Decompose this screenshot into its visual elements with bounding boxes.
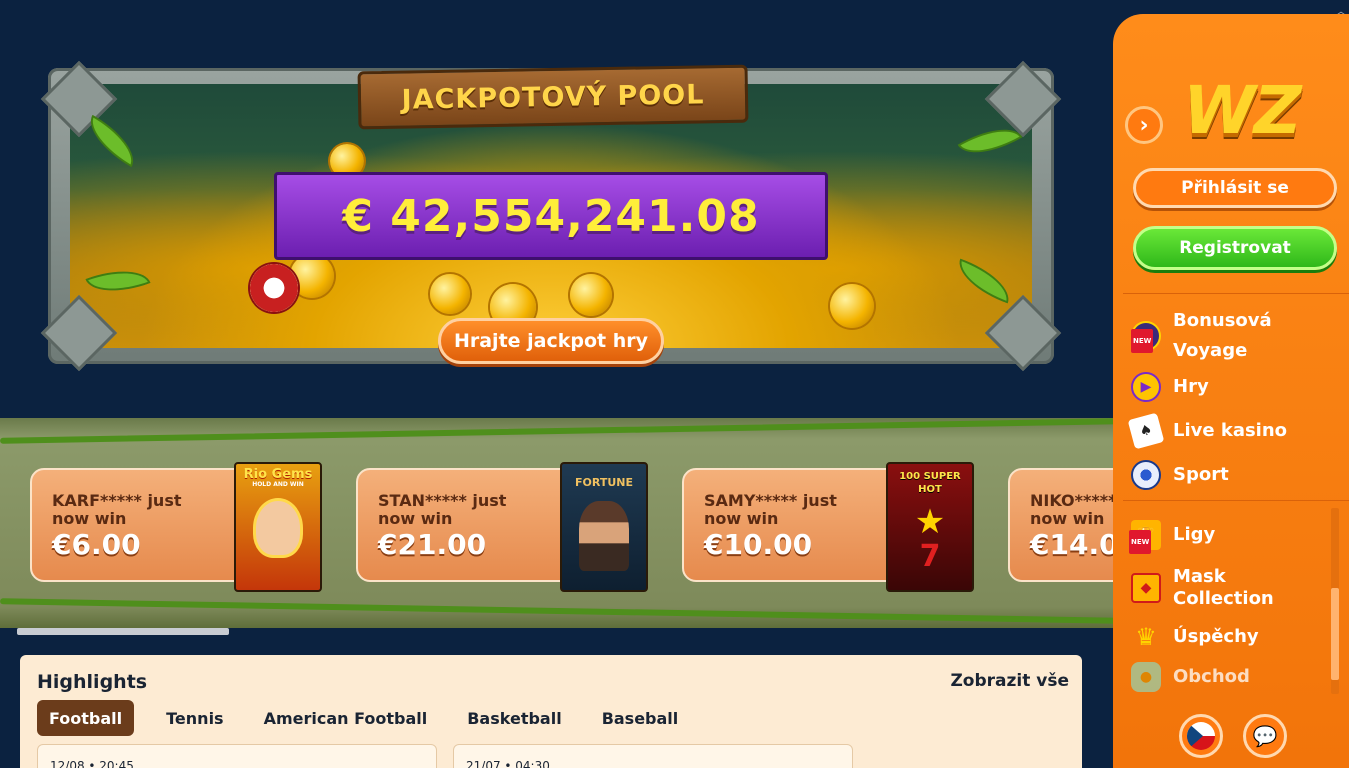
view-all-link[interactable]: Zobrazit vše — [950, 671, 1069, 691]
jackpot-amount: € 42,554,241.08 — [342, 190, 760, 242]
language-button[interactable] — [1179, 714, 1223, 758]
sidebar-item-shop[interactable]: ● Obchod — [1131, 662, 1250, 692]
character-face-icon — [253, 498, 303, 558]
sidebar-item-label: Mask Collection — [1173, 566, 1274, 609]
sidebar: › WZ Přihlásit se Registrovat ✦ NEW Bonu… — [1113, 14, 1349, 768]
sidebar-item-label: Hry — [1173, 376, 1209, 397]
sidebar-item-sport[interactable]: Sport — [1131, 460, 1229, 490]
winner-text: NIKO***** just now win — [1030, 491, 1120, 528]
trophy-icon: 🏆 NEW — [1129, 520, 1161, 554]
sidebar-item-mask-collection[interactable]: ◆ Mask Collection — [1131, 566, 1293, 610]
game-thumbnail[interactable]: FORTUNE — [560, 462, 648, 592]
tab-basketball[interactable]: Basketball — [447, 700, 581, 736]
sidebar-item-games[interactable]: ▶ Hry — [1131, 372, 1209, 402]
sidebar-item-live-casino[interactable]: ♠ Live kasino — [1127, 412, 1288, 450]
new-badge: NEW — [1129, 530, 1152, 554]
game-title: FORTUNE — [575, 476, 633, 489]
match-card[interactable]: 12/08 • 20:45 — [37, 744, 437, 768]
winner-card[interactable]: KARF***** just now win €6.00 Rio Gems HO… — [30, 462, 322, 592]
new-badge: NEW — [1131, 329, 1154, 353]
register-button[interactable]: Registrovat — [1133, 226, 1337, 270]
winner-card[interactable]: STAN***** just now win €21.00 FORTUNE — [356, 462, 648, 592]
sidebar-item-label: Bonusová Voyage — [1173, 310, 1272, 361]
sidebar-item-label: Obchod — [1173, 666, 1250, 687]
sidebar-item-label: Live kasino — [1173, 420, 1288, 441]
cards-icon: ♠ — [1127, 412, 1165, 450]
coin-icon — [430, 274, 470, 314]
brand-logo[interactable]: WZ — [1183, 72, 1302, 149]
recent-winners-strip: KARF***** just now win €6.00 Rio Gems HO… — [0, 418, 1120, 628]
winner-card[interactable]: NIKO***** just now win €14.00 — [1008, 468, 1120, 582]
tab-tennis[interactable]: Tennis — [146, 700, 243, 736]
winner-text: STAN***** just now win — [378, 491, 507, 528]
divider — [1123, 500, 1349, 501]
compass-icon: ✦ NEW — [1131, 321, 1161, 353]
soccer-ball-icon — [1131, 460, 1161, 490]
sidebar-item-bonus-voyage[interactable]: ✦ NEW Bonusová Voyage — [1131, 306, 1293, 366]
winner-amount: €14.00 — [1030, 528, 1120, 561]
game-thumbnail[interactable]: Rio Gems HOLD AND WIN — [234, 462, 322, 592]
chat-button[interactable]: 💬 — [1243, 714, 1287, 758]
chevron-right-icon: › — [1139, 112, 1149, 138]
coin-icon — [830, 284, 874, 328]
divider — [1123, 293, 1349, 294]
game-subtitle: HOLD AND WIN — [252, 481, 304, 488]
winner-card[interactable]: SAMY***** just now win €10.00 100 SUPER … — [682, 462, 974, 592]
seven-icon: 7 — [919, 539, 941, 574]
winner-text: SAMY***** just now win — [704, 491, 837, 528]
chat-icon: 💬 — [1252, 724, 1278, 748]
winner-amount: €10.00 — [704, 528, 813, 561]
sidebar-item-leagues[interactable]: 🏆 NEW Ligy — [1129, 520, 1216, 554]
star-icon: ★ — [914, 502, 946, 542]
match-card[interactable]: 21/07 • 04:30 — [453, 744, 853, 768]
sidebar-item-achievements[interactable]: ♛ Úspěchy — [1131, 622, 1259, 652]
login-button[interactable]: Přihlásit se — [1133, 168, 1337, 208]
jackpot-title-sign: JACKPOTOVÝ POOL — [357, 64, 749, 130]
winners-horizontal-scrollbar[interactable] — [17, 628, 229, 635]
sidebar-item-label: Úspěchy — [1173, 626, 1259, 647]
play-icon: ▶ — [1131, 372, 1161, 402]
vine-decoration — [0, 598, 1120, 624]
sport-tabs: Football Tennis American Football Basket… — [37, 700, 698, 736]
highlights-section: Highlights Zobrazit vše Football Tennis … — [20, 655, 1082, 768]
winner-amount: €21.00 — [378, 528, 487, 561]
tab-baseball[interactable]: Baseball — [582, 700, 699, 736]
sidebar-scroll-thumb[interactable] — [1331, 588, 1339, 680]
sidebar-item-label: Ligy — [1173, 524, 1216, 545]
jackpot-amount-sign: € 42,554,241.08 — [274, 172, 828, 260]
czech-flag-icon — [1187, 722, 1215, 750]
jackpot-title: JACKPOTOVÝ POOL — [401, 78, 705, 116]
crown-icon: ♛ — [1135, 623, 1157, 651]
winner-amount: €6.00 — [52, 528, 141, 561]
poker-chip-icon — [250, 264, 298, 312]
match-time: 21/07 • 04:30 — [466, 759, 550, 768]
winner-text: KARF***** just now win — [52, 491, 182, 528]
collapse-sidebar-button[interactable]: › — [1125, 106, 1163, 144]
shop-bag-icon: ● — [1131, 662, 1161, 692]
mask-icon: ◆ — [1131, 573, 1161, 603]
tab-football[interactable]: Football — [37, 700, 135, 736]
play-jackpot-games-button[interactable]: Hrajte jackpot hry — [438, 318, 664, 364]
vine-decoration — [0, 418, 1120, 444]
jackpot-banner: JACKPOTOVÝ POOL € 42,554,241.08 Hrajte j… — [40, 60, 1062, 372]
highlights-title: Highlights — [37, 671, 148, 693]
detective-character-icon — [579, 501, 629, 571]
tab-american-football[interactable]: American Football — [244, 700, 448, 736]
game-thumbnail[interactable]: 100 SUPER HOT ★ 7 — [886, 462, 974, 592]
game-title: 100 SUPER HOT — [899, 471, 961, 495]
match-time: 12/08 • 20:45 — [50, 759, 134, 768]
sidebar-item-label: Sport — [1173, 464, 1229, 485]
coin-icon — [570, 274, 612, 316]
game-title: Rio Gems — [243, 467, 313, 482]
